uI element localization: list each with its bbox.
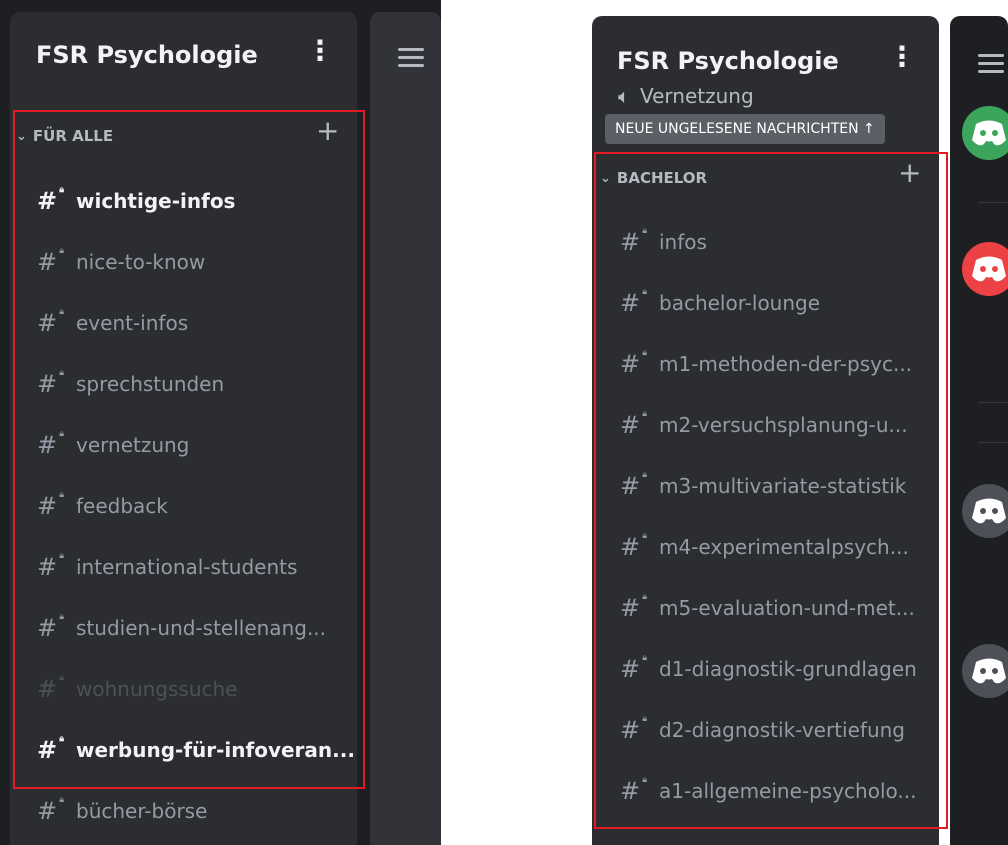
server-avatar[interactable] xyxy=(962,484,1008,538)
speaker-icon: 🔈︎ xyxy=(618,84,630,108)
highlight-box-2 xyxy=(594,152,948,829)
chat-column xyxy=(370,12,441,845)
hamburger-menu-icon[interactable] xyxy=(398,48,424,68)
server-avatar[interactable] xyxy=(962,644,1008,698)
server-header[interactable]: FSR Psychologie ⋮ xyxy=(10,12,357,98)
discord-logo-icon xyxy=(972,498,1006,524)
new-unread-pill[interactable]: NEUE UNGELESENE NACHRICHTEN ↑ xyxy=(605,114,885,144)
more-options-icon-2[interactable]: ⋮ xyxy=(888,40,916,73)
left-screenshot: FSR Psychologie ⋮ ⌄ FÜR ALLE + # 🔒︎ wichti… xyxy=(0,0,441,845)
discord-logo-icon xyxy=(972,256,1006,282)
server-title: FSR Psychologie xyxy=(36,41,258,69)
scrolled-voice-channel: 🔈︎ Vernetzung xyxy=(618,84,754,108)
server-avatar[interactable] xyxy=(962,242,1008,296)
server-title-2: FSR Psychologie xyxy=(617,47,839,75)
discord-logo-icon xyxy=(972,120,1006,146)
channel-label: bücher-börse xyxy=(76,798,208,823)
private-channel-icon: # 🔒︎ xyxy=(36,794,64,825)
server-avatar[interactable] xyxy=(962,106,1008,160)
right-screenshot: FSR Psychologie ⋮ 🔈︎ Vernetzung NEUE UNGE… xyxy=(578,0,1008,845)
highlight-box xyxy=(13,110,365,789)
more-options-icon[interactable]: ⋮ xyxy=(306,34,334,67)
channel-item[interactable]: # 🔒︎ bücher-börse xyxy=(10,780,357,841)
rail-divider xyxy=(978,442,1008,443)
hamburger-menu-icon-2[interactable] xyxy=(978,54,1004,74)
discord-logo-icon xyxy=(972,658,1006,684)
rail-divider xyxy=(978,402,1008,403)
server-rail xyxy=(950,16,1008,845)
rail-divider xyxy=(978,202,1008,203)
